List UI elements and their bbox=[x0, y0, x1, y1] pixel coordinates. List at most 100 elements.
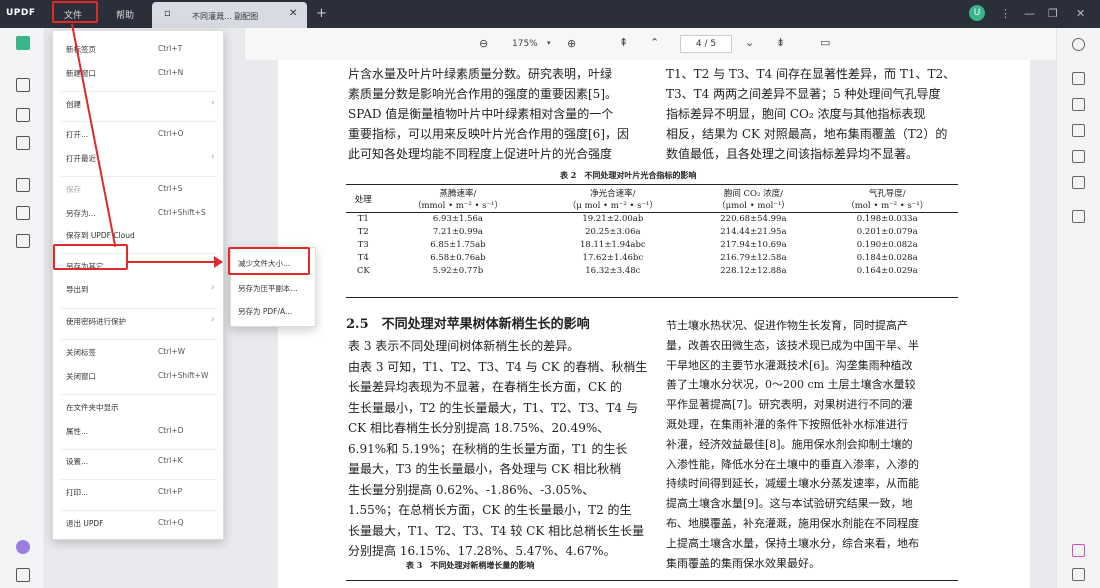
page-number-input[interactable]: 4 / 5 bbox=[680, 35, 732, 53]
chat-icon[interactable] bbox=[1072, 568, 1085, 581]
menu-item[interactable]: 创建 bbox=[66, 99, 81, 110]
next-page-icon[interactable]: ⌄ bbox=[745, 36, 754, 49]
menu-item[interactable]: 另存为... bbox=[66, 208, 96, 219]
email-icon[interactable] bbox=[1072, 176, 1085, 189]
menu-item[interactable]: 在文件夹中显示 bbox=[66, 402, 119, 413]
submenu-item[interactable]: 另存为压平副本... bbox=[238, 283, 298, 294]
organize-icon[interactable] bbox=[16, 178, 30, 192]
table-row: T2 7.21±0.99a 20.25±3.06a 214.44±21.95a 0.20… bbox=[346, 225, 958, 238]
close-window-icon[interactable]: ✕ bbox=[1076, 7, 1085, 20]
file-menu-dropdown: 新标签页Ctrl+T新建窗口Ctrl+N创建›打开...Ctrl+O打开最近›保… bbox=[52, 30, 224, 540]
menu-divider bbox=[61, 121, 217, 122]
menu-shortcut: Ctrl+Shift+S bbox=[158, 208, 206, 217]
menu-more-icon[interactable]: ⋮ bbox=[1000, 7, 1011, 20]
protect-icon[interactable] bbox=[1072, 124, 1085, 137]
chevron-right-icon: › bbox=[211, 98, 215, 108]
table-header: 净光合速率/ bbox=[590, 188, 636, 199]
ai-icon[interactable] bbox=[16, 540, 30, 554]
menu-item[interactable]: 保存到 UPDF Cloud bbox=[66, 230, 135, 241]
table-cell: 214.44±21.95a bbox=[720, 226, 787, 237]
reader-icon[interactable] bbox=[16, 36, 30, 50]
zoom-out-icon[interactable]: ⊖ bbox=[479, 37, 488, 50]
last-page-icon[interactable]: ⇟ bbox=[776, 36, 785, 49]
table-cell: 0.201±0.079a bbox=[856, 226, 918, 237]
menu-item[interactable]: 使用密码进行保护 bbox=[66, 316, 126, 327]
highlight-save-as-other bbox=[53, 244, 128, 270]
tab-home-icon[interactable]: ▫ bbox=[164, 8, 171, 19]
text-line: 素质量分数是影响光合作用的强度的重要因素[5]。 bbox=[348, 87, 617, 101]
menu-item[interactable]: 保存 bbox=[66, 184, 81, 195]
menu-item[interactable]: 打开最近 bbox=[66, 153, 96, 164]
tab-close-icon[interactable]: ✕ bbox=[289, 8, 297, 19]
submenu-item[interactable]: 另存为 PDF/A... bbox=[238, 306, 292, 317]
menu-item[interactable]: 新标签页 bbox=[66, 44, 96, 55]
menu-shortcut: Ctrl+T bbox=[158, 44, 183, 53]
table-cell: 217.94±10.69a bbox=[720, 239, 787, 250]
text-line: 分别提高 16.15%、17.28%、5.47%、4.67%。 bbox=[348, 544, 616, 558]
menu-item[interactable]: 关闭标签 bbox=[66, 347, 96, 358]
table-cell: 6.93±1.56a bbox=[432, 213, 483, 224]
table-cell: 18.11±1.94abc bbox=[580, 239, 646, 250]
menu-help[interactable]: 帮助 bbox=[116, 8, 134, 21]
menu-divider bbox=[61, 176, 217, 177]
menu-divider bbox=[61, 308, 217, 309]
document-tab[interactable]: ▫ 不同灌溉... 副配图 ✕ bbox=[152, 2, 307, 28]
chevron-down-icon[interactable]: ▾ bbox=[547, 39, 551, 47]
comment-icon[interactable] bbox=[16, 78, 30, 92]
menu-item[interactable]: 属性... bbox=[66, 426, 88, 437]
table-header: 处理 bbox=[354, 194, 372, 205]
bookmark-icon[interactable] bbox=[16, 568, 30, 582]
chevron-right-icon: › bbox=[211, 152, 215, 162]
text-line: 量最大，T3 的生长量最小，各处理与 CK 相比秋梢 bbox=[348, 462, 622, 476]
table-cell: 220.68±54.99a bbox=[720, 213, 787, 224]
menu-item[interactable]: 关闭窗口 bbox=[66, 371, 96, 382]
table-header: 蒸腾速率/ bbox=[439, 188, 477, 199]
prev-page-icon[interactable]: ⌃ bbox=[650, 36, 659, 49]
search-icon[interactable] bbox=[1072, 38, 1085, 51]
text-line: 上提高土壤含水量，保持土壤水分，综合来看，地布 bbox=[666, 536, 919, 550]
zoom-in-icon[interactable]: ⊕ bbox=[567, 37, 576, 50]
arrow-head-icon bbox=[214, 256, 223, 268]
table-row: T1 6.93±1.56a 19.21±2.00ab 220.68±54.99a 0.1… bbox=[346, 212, 958, 225]
share-icon[interactable] bbox=[1072, 150, 1085, 163]
maximize-icon[interactable]: ❐ bbox=[1048, 7, 1058, 20]
ai-assistant-icon[interactable] bbox=[1072, 544, 1085, 557]
text-line: 平作显著提高[7]。研究表明，对果树进行不同的灌 bbox=[666, 398, 913, 412]
menu-divider bbox=[61, 510, 217, 511]
minimize-icon[interactable]: — bbox=[1024, 7, 1035, 20]
comment-bubble-icon[interactable]: ▭ bbox=[820, 36, 830, 49]
text-line: 集雨覆盖的集雨保水效果最好。 bbox=[666, 556, 820, 570]
menu-shortcut: Ctrl+K bbox=[158, 456, 183, 465]
pages-icon[interactable] bbox=[16, 234, 30, 248]
new-tab-button[interactable]: + bbox=[316, 6, 327, 21]
menu-item[interactable]: 打印... bbox=[66, 487, 88, 498]
table-cell: T3 bbox=[357, 239, 369, 250]
table-cell: T1 bbox=[357, 213, 369, 224]
title-bar: UPDF 文件 帮助 ▫ 不同灌溉... 副配图 ✕ + U ⋮ — ❐ ✕ bbox=[0, 0, 1100, 28]
table-cell: 216.79±12.58a bbox=[720, 252, 787, 263]
menu-shortcut: Ctrl+O bbox=[158, 129, 184, 138]
convert-icon[interactable] bbox=[1072, 98, 1085, 111]
edit-icon[interactable] bbox=[16, 108, 30, 122]
chevron-right-icon: › bbox=[211, 315, 215, 325]
form-icon[interactable] bbox=[16, 136, 30, 150]
table-cell: 5.92±0.77b bbox=[432, 265, 484, 276]
print-icon[interactable] bbox=[1072, 72, 1085, 85]
zoom-level[interactable]: 175% bbox=[512, 39, 538, 49]
first-page-icon[interactable]: ⇞ bbox=[619, 36, 628, 49]
menu-item[interactable]: 打开... bbox=[66, 129, 88, 140]
crop-icon[interactable] bbox=[16, 206, 30, 220]
arrow-line-2 bbox=[128, 261, 220, 263]
menu-item[interactable]: 退出 UPDF bbox=[66, 518, 104, 529]
menu-shortcut: Ctrl+Q bbox=[158, 518, 184, 527]
user-avatar[interactable]: U bbox=[969, 5, 985, 21]
text-line: 由表 3 可知，T1、T2、T3、T4 与 CK 的春梢、秋梢生 bbox=[348, 359, 648, 374]
menu-item[interactable]: 设置... bbox=[66, 456, 88, 467]
pdf-page: 片含水量及叶片叶绿素质量分数。研究表明，叶绿 素质量分数是影响光合作用的强度的重要… bbox=[278, 60, 1030, 588]
text-line: 入渗性能，降低水分在土壤中的垂直入渗率，入渗的 bbox=[666, 457, 919, 471]
menu-shortcut: Ctrl+W bbox=[158, 347, 186, 356]
left-toolbar bbox=[0, 28, 45, 588]
menu-divider bbox=[61, 479, 217, 480]
save-icon[interactable] bbox=[1072, 210, 1085, 223]
menu-item[interactable]: 导出到 bbox=[66, 284, 89, 295]
